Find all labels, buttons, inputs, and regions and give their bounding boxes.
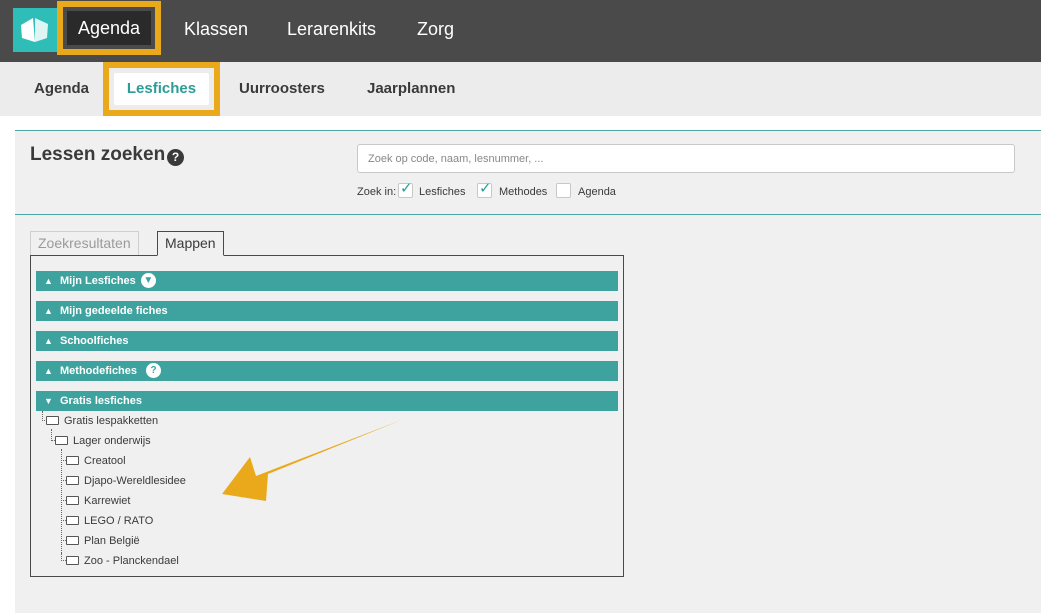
zoek-in-label: Zoek in: <box>357 186 397 198</box>
accordion-label: Schoolfiches <box>60 335 129 347</box>
accordion-schoolfiches[interactable]: ▲ Schoolfiches <box>36 331 618 351</box>
caret-up-icon: ▲ <box>44 366 53 376</box>
tree-item-label: Lager onderwijs <box>73 435 151 447</box>
page-title: Lessen zoeken <box>30 144 166 165</box>
accordion-label: Methodefiches <box>60 365 138 377</box>
topnav-agenda[interactable]: Agenda <box>57 1 161 55</box>
folder-open-icon <box>46 416 59 425</box>
tree-item-lager-onderwijs[interactable]: Lager onderwijs <box>55 433 151 449</box>
topnav-lerarenkits[interactable]: Lerarenkits <box>287 0 376 62</box>
subnav-lesfiches[interactable]: Lesfiches <box>103 62 220 116</box>
subnav-jaarplannen[interactable]: Jaarplannen <box>367 62 455 116</box>
checkbox-label-lesfiches: Lesfiches <box>419 186 466 198</box>
tree-item-label: Gratis lespakketten <box>64 415 159 427</box>
app-logo[interactable] <box>13 8 57 52</box>
main-content: Lessen zoeken ? Zoek in: ✓ Lesfiches ✓ M… <box>15 130 1041 613</box>
folder-open-icon <box>55 436 68 445</box>
folder-icon <box>66 476 79 485</box>
tab-zoekresultaten[interactable]: Zoekresultaten <box>30 231 139 256</box>
checkmark-icon: ✓ <box>400 180 413 197</box>
checkbox-lesfiches[interactable]: ✓ <box>398 180 413 198</box>
tree-folder-djapo[interactable]: Djapo-Wereldlesidee <box>66 473 186 489</box>
accordion-methodefiches[interactable]: ▲ Methodefiches ? <box>36 361 618 381</box>
checkmark-icon: ✓ <box>479 180 492 197</box>
logo-icon <box>21 18 48 42</box>
tree-item-label: Creatool <box>84 455 126 467</box>
tree-item-gratis-lespakketten[interactable]: Gratis lespakketten <box>46 413 158 429</box>
help-icon[interactable]: ? <box>167 149 184 166</box>
tree-item-label: Plan België <box>84 535 140 547</box>
search-input[interactable] <box>357 144 1015 173</box>
tree-folder-creatool[interactable]: Creatool <box>66 453 126 469</box>
tree-item-label: Zoo - Planckendael <box>84 555 179 567</box>
caret-up-icon: ▲ <box>44 276 53 286</box>
checkbox-agenda[interactable] <box>556 183 571 198</box>
tree-item-label: Djapo-Wereldlesidee <box>84 475 186 487</box>
tree-folder-lego-rato[interactable]: LEGO / RATO <box>66 513 153 529</box>
tree-folder-plan-belgie[interactable]: Plan België <box>66 533 140 549</box>
chevron-down-icon[interactable]: ▼ <box>140 272 156 288</box>
folder-icon <box>66 536 79 545</box>
tree-folder-karrewiet[interactable]: Karrewiet <box>66 493 130 509</box>
help-icon[interactable]: ? <box>146 362 162 378</box>
checkbox-label-agenda: Agenda <box>578 186 616 198</box>
tree-item-label: Karrewiet <box>84 495 131 507</box>
folder-icon <box>66 556 79 565</box>
subnav-agenda[interactable]: Agenda <box>34 62 89 116</box>
accordion-label: Gratis lesfiches <box>60 395 142 407</box>
checkbox-methodes[interactable]: ✓ <box>477 180 492 198</box>
checkbox-label-methodes: Methodes <box>499 186 548 198</box>
search-header: Lessen zoeken ? Zoek in: ✓ Lesfiches ✓ M… <box>15 131 1041 215</box>
tab-mappen[interactable]: Mappen <box>157 231 224 256</box>
topnav-klassen[interactable]: Klassen <box>184 0 248 62</box>
accordion-label: Mijn gedeelde fiches <box>60 305 168 317</box>
caret-down-icon: ▼ <box>44 396 53 406</box>
caret-up-icon: ▲ <box>44 306 53 316</box>
mappen-panel: ▲ Mijn Lesfiches ▼ ▲ Mijn gedeelde fiche… <box>30 255 624 577</box>
top-navigation-bar: Agenda Klassen Lerarenkits Zorg <box>0 0 1041 62</box>
tree-item-label: LEGO / RATO <box>84 515 154 527</box>
sub-navigation-bar: Agenda Lesfiches Uurroosters Jaarplannen <box>0 62 1041 116</box>
accordion-mijn-gedeelde-fiches[interactable]: ▲ Mijn gedeelde fiches <box>36 301 618 321</box>
topnav-zorg[interactable]: Zorg <box>417 0 454 62</box>
accordion-gratis-lesfiches[interactable]: ▼ Gratis lesfiches <box>36 391 618 411</box>
caret-up-icon: ▲ <box>44 336 53 346</box>
folder-icon <box>66 496 79 505</box>
folder-icon <box>66 456 79 465</box>
subnav-uurroosters[interactable]: Uurroosters <box>239 62 325 116</box>
accordion-label: Mijn Lesfiches <box>60 275 136 287</box>
tree-folder-zoo-planckendael[interactable]: Zoo - Planckendael <box>66 553 179 569</box>
accordion-mijn-lesfiches[interactable]: ▲ Mijn Lesfiches ▼ <box>36 271 618 291</box>
folder-icon <box>66 516 79 525</box>
